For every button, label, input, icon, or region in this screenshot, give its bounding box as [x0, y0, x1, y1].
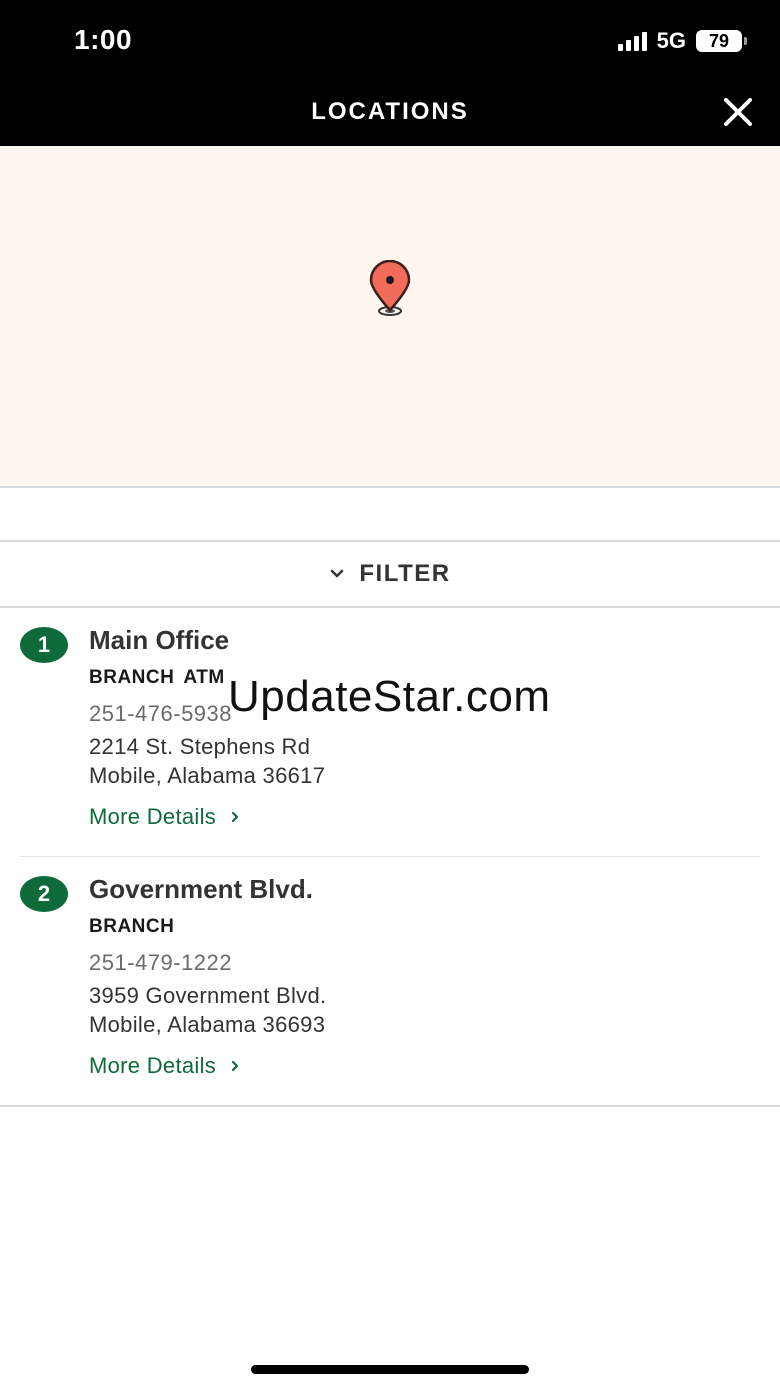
location-address: 2214 St. Stephens Rd Mobile, Alabama 366…: [89, 732, 325, 790]
page-title: LOCATIONS: [311, 98, 469, 125]
status-indicators: 5G 79: [617, 28, 747, 54]
status-time: 1:00: [74, 24, 133, 55]
location-name: Main Office: [89, 625, 230, 655]
chevron-right-icon: [231, 811, 239, 823]
more-details-link[interactable]: More Details: [89, 804, 240, 830]
map-pin-icon[interactable]: [366, 260, 414, 318]
map-view[interactable]: [0, 146, 780, 488]
location-name: Government Blvd.: [89, 874, 313, 904]
address-line1: 3959 Government Blvd.: [89, 983, 327, 1008]
spacer-band: [0, 488, 780, 542]
network-label: 5G: [656, 28, 686, 53]
location-phone[interactable]: 251-476-5938: [89, 701, 232, 727]
chevron-down-icon: [331, 569, 344, 578]
more-details-link[interactable]: More Details: [89, 1053, 240, 1079]
close-icon: [724, 98, 752, 126]
status-bar: 1:00 5G 79: [0, 0, 780, 80]
address-line2: Mobile, Alabama 36693: [89, 1012, 326, 1037]
location-types: BRANCH: [89, 916, 175, 937]
close-button[interactable]: [718, 92, 758, 132]
header-bar: LOCATIONS: [0, 80, 780, 146]
filter-toggle[interactable]: FILTER: [0, 542, 780, 608]
location-item[interactable]: 2 Government Blvd. BRANCH 251-479-1222 3…: [0, 857, 780, 1105]
filter-label: FILTER: [359, 560, 451, 587]
location-number-badge: 1: [20, 627, 68, 663]
location-item[interactable]: 1 Main Office BRANCH ATM 251-476-5938 22…: [0, 608, 780, 856]
address-line1: 2214 St. Stephens Rd: [89, 734, 311, 759]
watermark-text: UpdateStar.com: [228, 672, 551, 721]
address-line2: Mobile, Alabama 36617: [89, 763, 326, 788]
battery-icon: 79: [696, 30, 747, 52]
location-phone[interactable]: 251-479-1222: [89, 950, 232, 976]
location-types: BRANCH ATM: [89, 667, 225, 688]
more-details-label: More Details: [89, 1053, 217, 1078]
chevron-right-icon: [231, 1060, 239, 1072]
signal-icon: [617, 31, 647, 51]
list-end-divider: [0, 1105, 780, 1107]
location-address: 3959 Government Blvd. Mobile, Alabama 36…: [89, 981, 326, 1039]
location-number-badge: 2: [20, 876, 68, 912]
more-details-label: More Details: [89, 804, 217, 829]
home-indicator[interactable]: [251, 1365, 529, 1374]
